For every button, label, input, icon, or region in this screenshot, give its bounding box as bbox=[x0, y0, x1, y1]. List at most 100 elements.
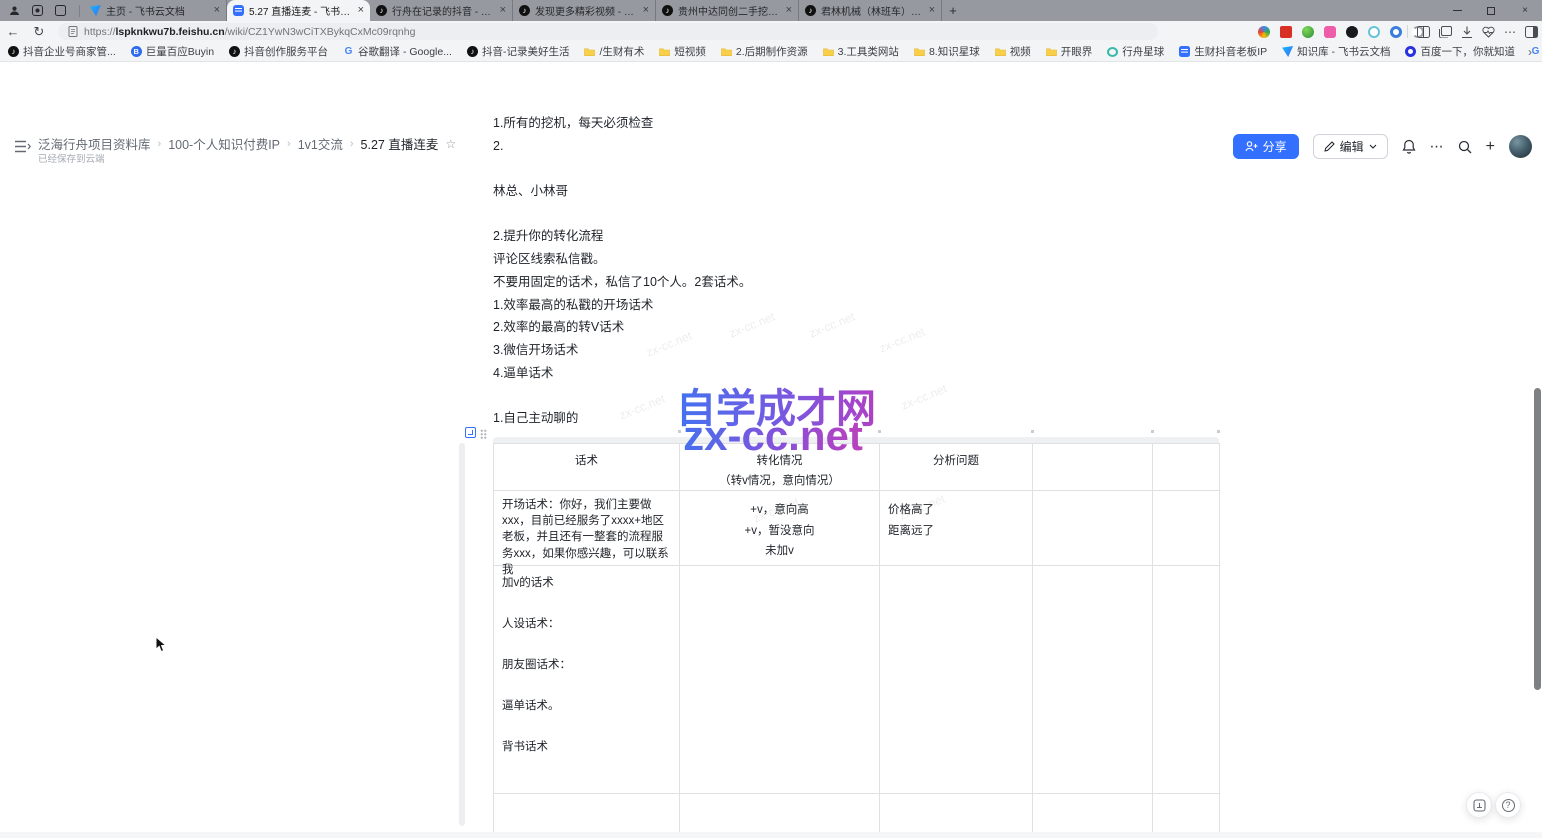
tab-close-icon[interactable]: × bbox=[358, 5, 364, 16]
address-bar[interactable]: https://lspknkwu7b.feishu.cn/wiki/CZ1YwN… bbox=[58, 23, 1158, 40]
avatar[interactable] bbox=[1509, 135, 1532, 158]
bookmark-folder[interactable]: 视频 bbox=[995, 44, 1031, 59]
more-actions-icon[interactable]: ⋯ bbox=[1430, 138, 1444, 155]
breadcrumb-item[interactable]: 100-个人知识付费IP bbox=[168, 134, 280, 153]
edit-button[interactable]: 编辑 bbox=[1313, 134, 1388, 159]
back-button[interactable]: ← bbox=[0, 24, 26, 39]
extension-icon-green[interactable] bbox=[1302, 26, 1314, 38]
table-cell[interactable] bbox=[880, 566, 1033, 794]
doc-line[interactable]: 2.效率的最高的转V话术 bbox=[493, 316, 1133, 339]
refresh-button[interactable]: ↻ bbox=[26, 24, 52, 40]
feedback-fab[interactable] bbox=[1466, 792, 1492, 818]
breadcrumb-item[interactable]: 1v1交流 bbox=[298, 134, 343, 153]
doc-line[interactable]: 2.提升你的转化流程 bbox=[493, 225, 1133, 248]
split-screen-icon[interactable] bbox=[1417, 26, 1430, 38]
create-new-icon[interactable]: + bbox=[1486, 138, 1495, 156]
doc-line[interactable]: 1.自己主动聊的 bbox=[493, 407, 1133, 430]
bookmark-item[interactable]: 百度一下，你就知道 bbox=[1405, 44, 1515, 59]
table-cell-opening-script[interactable]: 开场话术：你好，我们主要做xxx，目前已经服务了xxxx+地区老板，并且还有一整… bbox=[494, 491, 680, 566]
table-header-cell[interactable]: 分析问题 bbox=[880, 444, 1033, 491]
bookmark-item[interactable]: ♪抖音企业号商家管... bbox=[8, 44, 116, 59]
collections-icon[interactable] bbox=[1439, 26, 1452, 38]
bookmark-item[interactable]: 行舟星球 bbox=[1107, 44, 1164, 59]
table-header-cell[interactable] bbox=[1153, 444, 1220, 491]
browser-essentials-icon[interactable] bbox=[1482, 26, 1495, 38]
extension-icon-colorwheel[interactable] bbox=[1258, 26, 1270, 38]
notifications-bell-icon[interactable] bbox=[1402, 139, 1416, 154]
tab-close-icon[interactable]: × bbox=[500, 5, 506, 16]
new-tab-button[interactable]: + bbox=[942, 0, 964, 21]
extension-icon-pink[interactable] bbox=[1324, 26, 1336, 38]
table-grid-icon[interactable] bbox=[465, 427, 476, 438]
doc-line[interactable]: 不要用固定的话术，私信了10个人。2套话术。 bbox=[493, 271, 1133, 294]
table-cell[interactable] bbox=[1033, 566, 1153, 794]
table-cell[interactable] bbox=[1153, 566, 1220, 794]
settings-more-icon[interactable]: ⋯ bbox=[1504, 25, 1516, 39]
tab-close-icon[interactable]: × bbox=[929, 5, 935, 16]
bookmark-item[interactable]: B巨量百应Buyin bbox=[131, 44, 214, 59]
table-header-cell[interactable]: 话术 bbox=[494, 444, 680, 491]
doc-line[interactable]: 2. bbox=[493, 135, 1133, 158]
extension-icon-black[interactable] bbox=[1346, 26, 1358, 38]
doc-body[interactable]: 1.所有的挖机，每天必须检查 2. 林总、小林哥 2.提升你的转化流程 评论区线… bbox=[493, 112, 1133, 430]
bookmark-item[interactable]: 生财抖音老板IP bbox=[1179, 44, 1267, 59]
table-header-cell[interactable] bbox=[1033, 444, 1153, 491]
bookmark-folder[interactable]: 开眼界 bbox=[1046, 44, 1093, 59]
doc-line[interactable]: 林总、小林哥 bbox=[493, 180, 1133, 203]
extension-icon-red-badge[interactable] bbox=[1280, 26, 1292, 38]
tab-douyin-2[interactable]: ♪ 发现更多精彩视频 - 抖音搜索 × bbox=[513, 0, 656, 21]
bookmark-item[interactable]: ♪抖音创作服务平台 bbox=[229, 44, 328, 59]
bookmark-folder[interactable]: 2.后期制作资源 bbox=[721, 44, 808, 59]
doc-line[interactable]: 1.效率最高的私戳的开场话术 bbox=[493, 294, 1133, 317]
tab-active-doc[interactable]: 5.27 直播连麦 - 飞书云文档 × bbox=[227, 0, 370, 21]
table-cell[interactable] bbox=[680, 566, 880, 794]
table-cell[interactable] bbox=[1033, 491, 1153, 566]
tab-close-icon[interactable]: × bbox=[786, 5, 792, 16]
bookmark-item[interactable]: 知识库 - 飞书云文档 bbox=[1282, 44, 1390, 59]
table-cell[interactable] bbox=[1153, 491, 1220, 566]
profile-icon[interactable] bbox=[8, 4, 21, 17]
tab-close-icon[interactable]: × bbox=[214, 5, 220, 16]
tab-douyin-3[interactable]: ♪ 贵州中达同创二手挖机店的抖音 - × bbox=[656, 0, 799, 21]
doc-line[interactable]: 3.微信开场话术 bbox=[493, 339, 1133, 362]
doc-line[interactable] bbox=[493, 203, 1133, 226]
downloads-icon[interactable] bbox=[1461, 26, 1473, 38]
doc-line[interactable]: 4.逼单话术 bbox=[493, 362, 1133, 385]
page-scrollbar-thumb[interactable] bbox=[1534, 388, 1541, 690]
share-button[interactable]: 分享 bbox=[1233, 134, 1299, 159]
workspaces-icon[interactable] bbox=[31, 4, 44, 17]
table-header-cell[interactable]: 转化情况 （转v情况，意向情况） bbox=[680, 444, 880, 491]
star-icon[interactable]: ☆ bbox=[445, 137, 456, 151]
site-info-icon[interactable] bbox=[68, 26, 78, 37]
bookmark-folder[interactable]: 8.知识星球 bbox=[914, 44, 980, 59]
doc-line[interactable]: 1.所有的挖机，每天必须检查 bbox=[493, 112, 1133, 135]
extension-icon-teal[interactable] bbox=[1368, 26, 1380, 38]
drag-handle-icon[interactable] bbox=[480, 429, 487, 439]
sidebar-toggle-icon[interactable] bbox=[14, 140, 32, 154]
table-cell-conversion[interactable]: +v，意向高 +v，暂没意向 未加v bbox=[680, 491, 880, 566]
tab-feishu-home[interactable]: 主页 - 飞书云文档 × bbox=[84, 0, 227, 21]
doc-line[interactable]: 评论区线索私信戳。 bbox=[493, 248, 1133, 271]
extension-icon-blue-target[interactable] bbox=[1390, 26, 1402, 38]
table-cell-analysis[interactable]: 价格高了 距离远了 bbox=[880, 491, 1033, 566]
tab-close-icon[interactable]: × bbox=[643, 5, 649, 16]
close-button[interactable]: × bbox=[1508, 0, 1542, 21]
tab-search-icon[interactable] bbox=[54, 4, 67, 17]
doc-line[interactable] bbox=[493, 384, 1133, 407]
bookmark-item[interactable]: ♪抖音-记录美好生活 bbox=[467, 44, 570, 59]
bookmark-folder[interactable]: 短视频 bbox=[659, 44, 706, 59]
breadcrumb-current[interactable]: 5.27 直播连麦 bbox=[361, 134, 439, 153]
bookmark-item[interactable]: G谷歌翻译 - Google... bbox=[343, 44, 452, 59]
tab-douyin-1[interactable]: ♪ 行舟在记录的抖音 - 抖音 × bbox=[370, 0, 513, 21]
maximize-button[interactable] bbox=[1474, 0, 1508, 21]
bookmark-folder[interactable]: /生财有术 bbox=[584, 44, 644, 59]
minimize-button[interactable] bbox=[1440, 0, 1474, 21]
tab-douyin-4[interactable]: ♪ 君林机械（林班车）的抖音 - 抖 × bbox=[799, 0, 942, 21]
table-cell-script-list[interactable]: 加v的话术 人设话术： 朋友圈话术： 逼单话术。 背书话术 bbox=[494, 566, 680, 794]
bookmark-folder[interactable]: 3.工具类网站 bbox=[823, 44, 899, 59]
bookmarks-overflow-chevron[interactable]: › bbox=[1528, 45, 1532, 59]
sidebar-panel-icon[interactable] bbox=[1525, 26, 1538, 38]
help-fab[interactable]: ? bbox=[1495, 792, 1521, 818]
search-icon[interactable] bbox=[1458, 140, 1472, 154]
doc-line[interactable] bbox=[493, 157, 1133, 180]
